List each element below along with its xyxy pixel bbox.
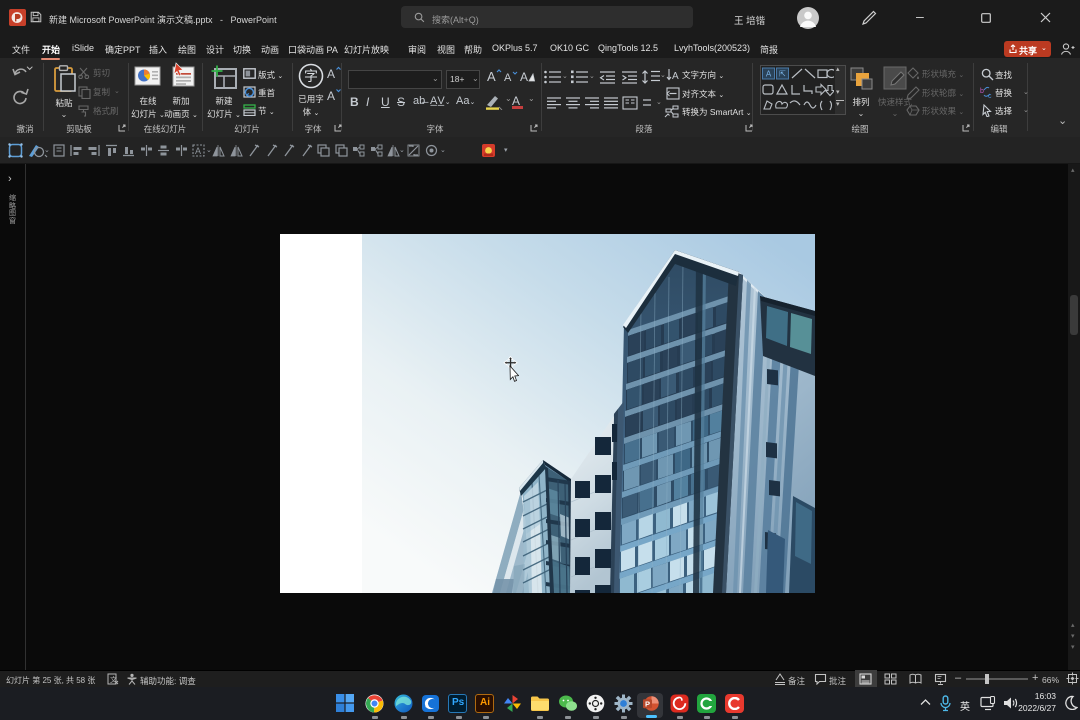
svg-text:A: A [195, 146, 201, 156]
svg-text:A: A [766, 70, 772, 79]
svg-text:字: 字 [304, 68, 318, 84]
svg-text:P: P [645, 699, 650, 708]
svg-text:A: A [327, 89, 335, 103]
svg-text:A: A [672, 71, 679, 81]
svg-text:b: b [980, 88, 984, 95]
svg-text:⇱: ⇱ [779, 70, 786, 79]
svg-text:A: A [520, 70, 528, 84]
svg-text:A: A [327, 67, 335, 81]
svg-text:A: A [504, 72, 512, 84]
svg-text:A: A [487, 69, 496, 84]
